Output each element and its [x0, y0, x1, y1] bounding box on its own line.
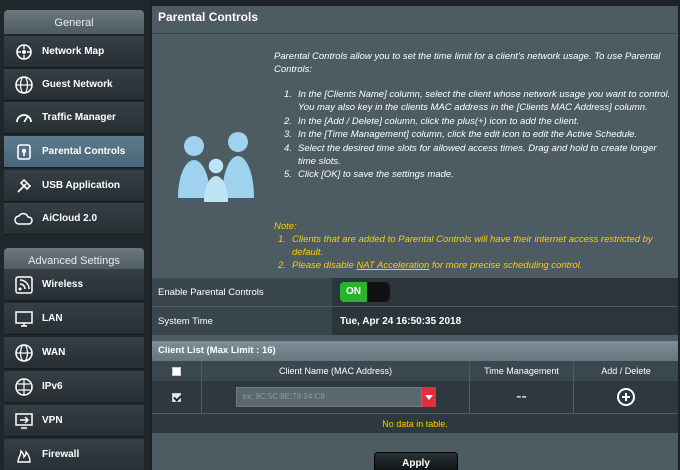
sidebar-item-vpn[interactable]: VPN [4, 405, 144, 437]
wan-icon [12, 341, 36, 365]
sidebar-item-label: Traffic Manager [42, 112, 116, 123]
no-data-message: No data in table. [152, 413, 678, 433]
note-item: 2. Please disable NAT Acceleration for mo… [274, 259, 669, 272]
step-item: 1. In the [Clients Name] column, select t… [284, 88, 672, 115]
parental-controls-toggle[interactable]: ON [340, 282, 390, 302]
sidebar-item-label: Network Map [42, 46, 105, 57]
aicloud-icon [12, 207, 36, 231]
vpn-icon [12, 409, 36, 433]
step-text: In the [Time Management] column, click t… [298, 129, 638, 141]
network-map-icon [12, 40, 36, 64]
sidebar-item-label: AiCloud 2.0 [42, 213, 98, 224]
step-number: 3. [284, 129, 292, 141]
step-text: Select the desired time slots for allowe… [298, 142, 657, 168]
step-item: 4. Select the desired time slots for allo… [284, 142, 672, 169]
firewall-icon [12, 443, 36, 467]
column-header-add-delete: Add / Delete [601, 366, 651, 376]
sidebar-item-label: LAN [42, 313, 63, 324]
client-input-row: ex: 9C:5C:8E:78:94:C8 -- [152, 381, 678, 413]
column-header-client-name: Client Name (MAC Address) [202, 361, 470, 381]
step-text: In the [Add / Delete] column, click the … [298, 115, 580, 127]
select-all-checkbox[interactable] [172, 366, 181, 376]
general-section-header: General [4, 10, 144, 34]
sidebar-item-label: IPv6 [42, 381, 63, 392]
step-text: In the [Clients Name] column, select the… [298, 89, 671, 114]
client-mac-input[interactable]: ex: 9C:5C:8E:78:94:C8 [235, 387, 422, 407]
time-management-cell: -- [470, 381, 574, 413]
sidebar-item-parental-controls[interactable]: Parental Controls [4, 136, 144, 168]
select-all-cell [152, 361, 202, 381]
description: Parental Controls allow you to set the t… [274, 51, 661, 75]
sidebar-item-usb-application[interactable]: USB Application [4, 170, 144, 202]
note-label: Note: [274, 221, 297, 232]
page-title: Parental Controls [158, 10, 259, 24]
step-item: 2. In the [Add / Delete] column, click th… [284, 115, 672, 128]
note-item: 1. Clients that are added to Parental Con… [274, 233, 669, 259]
step-number: 1. [284, 89, 292, 100]
traffic-manager-icon [12, 106, 36, 130]
sidebar-item-label: VPN [42, 415, 63, 426]
family-illustration-icon [178, 132, 254, 202]
guest-network-icon [12, 73, 36, 97]
sidebar: General Network Map Guest Network Traffi… [0, 0, 150, 470]
client-list-header: Client List (Max Limit : 16) [152, 341, 678, 361]
enable-parental-controls-row: Enable Parental Controls ON [152, 278, 678, 306]
step-item: 5. Click [OK] to save the settings made. [284, 168, 672, 181]
add-client-plus-icon[interactable] [617, 388, 635, 406]
lan-icon [12, 307, 36, 331]
row-checkbox[interactable] [172, 392, 181, 402]
sidebar-item-wan[interactable]: WAN [4, 337, 144, 369]
sidebar-item-label: Guest Network [42, 79, 113, 90]
step-text: Click [OK] to save the settings made. [298, 169, 454, 181]
step-item: 3. In the [Time Management] column, click… [284, 128, 672, 141]
toggle-on-label: ON [340, 282, 367, 302]
note-text: Please disable [292, 260, 357, 271]
ipv6-icon [12, 375, 36, 399]
note-number: 2. [278, 260, 286, 271]
client-table-header: Client Name (MAC Address) Time Managemen… [152, 361, 678, 381]
enable-parental-controls-label: Enable Parental Controls [152, 278, 332, 306]
usb-application-icon [12, 174, 36, 198]
toggle-knob [367, 282, 390, 302]
sidebar-item-label: Parental Controls [42, 146, 126, 157]
client-dropdown-button[interactable] [421, 387, 436, 407]
system-time-value: Tue, Apr 24 16:50:35 2018 [332, 307, 678, 335]
note-section: Note: 1. Clients that are added to Parent… [274, 220, 669, 272]
step-number: 2. [284, 115, 292, 127]
enable-parental-controls-value: ON [332, 278, 678, 306]
sidebar-item-firewall[interactable]: Firewall [4, 439, 144, 470]
note-number: 1. [278, 234, 286, 245]
step-number: 4. [284, 142, 292, 154]
client-name-cell: ex: 9C:5C:8E:78:94:C8 [202, 381, 470, 413]
system-time-row: System Time Tue, Apr 24 16:50:35 2018 [152, 307, 678, 335]
info-section: Parental Controls allow you to set the t… [152, 34, 678, 278]
add-cell [574, 381, 678, 413]
step-number: 5. [284, 169, 292, 181]
main-panel: Parental Controls Parental Controls allo… [152, 6, 678, 470]
system-time-label: System Time [152, 307, 332, 335]
sidebar-item-aicloud[interactable]: AiCloud 2.0 [4, 203, 144, 235]
sidebar-item-network-map[interactable]: Network Map [4, 36, 144, 68]
sidebar-item-lan[interactable]: LAN [4, 303, 144, 335]
wireless-icon [12, 273, 36, 297]
sidebar-item-traffic-manager[interactable]: Traffic Manager [4, 102, 144, 134]
sidebar-item-label: WAN [42, 347, 66, 358]
sidebar-item-ipv6[interactable]: IPv6 [4, 371, 144, 403]
sidebar-item-label: Wireless [42, 279, 84, 290]
note-text: for more precise scheduling control. [429, 260, 583, 271]
steps-list: 1. In the [Clients Name] column, select t… [284, 88, 672, 182]
sidebar-item-label: Firewall [42, 449, 80, 460]
sidebar-item-label: USB Application [42, 180, 120, 191]
apply-button[interactable]: Apply [374, 452, 458, 470]
column-header-time-management: Time Management [470, 361, 574, 381]
note-text: Clients that are added to Parental Contr… [292, 234, 653, 258]
row-checkbox-cell [152, 381, 202, 413]
parental-controls-icon [12, 140, 36, 164]
sidebar-item-guest-network[interactable]: Guest Network [4, 69, 144, 101]
nat-acceleration-link[interactable]: NAT Acceleration [356, 260, 429, 271]
sidebar-item-wireless[interactable]: Wireless [4, 269, 144, 301]
